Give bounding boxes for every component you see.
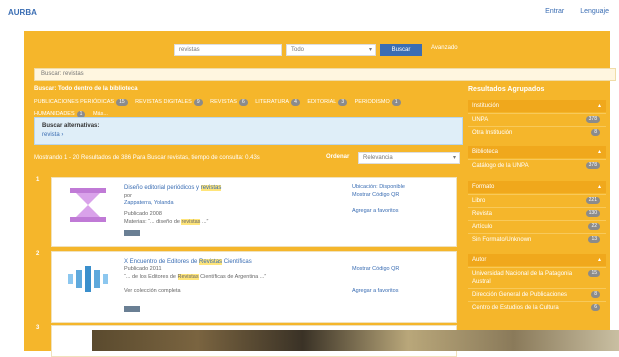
- caret-up-icon: ▴: [597, 184, 601, 190]
- alternate-searches-box: Buscar alternativas: revista ›: [34, 117, 463, 145]
- caret-up-icon: ▴: [597, 103, 601, 109]
- format-tag: [124, 306, 140, 312]
- record-description: “... de los Editores de Revistas Científ…: [124, 274, 267, 280]
- alternate-searches-title: Buscar alternativas:: [42, 123, 100, 129]
- facet-item[interactable]: Catálogo de la UNPA 378: [468, 159, 606, 171]
- facet-item[interactable]: Sin Formato/Unknown 13: [468, 233, 606, 245]
- facets-title: Resultados Agrupados: [468, 86, 545, 93]
- record-title[interactable]: X Encuentro de Editores de Revistas Cien…: [124, 258, 304, 266]
- record-author[interactable]: Zappaterra, Yolanda: [124, 200, 324, 207]
- result-record: Diseño editorial periódicos y revistas p…: [51, 177, 457, 247]
- add-favorite-link[interactable]: Agregar a favoritos: [352, 288, 398, 295]
- caret-up-icon: ▴: [597, 257, 601, 263]
- facet-item[interactable]: Revista 130: [468, 207, 606, 219]
- results-heading: Buscar: Todo dentro de la biblioteca: [34, 86, 138, 92]
- search-type-value: Todo: [291, 47, 305, 53]
- record-title[interactable]: Diseño editorial periódicos y revistas: [124, 184, 304, 192]
- sort-select[interactable]: Relevancia ▾: [358, 152, 460, 164]
- login-link[interactable]: Entrar: [545, 8, 564, 15]
- record-published: Publicado 2011: [124, 266, 162, 272]
- facet-suggestion[interactable]: EDITORIAL 3: [307, 96, 348, 108]
- search-button[interactable]: Buscar: [380, 44, 422, 56]
- add-favorite-link[interactable]: Agregar a favoritos: [352, 208, 398, 215]
- main-panel: revistas Todo ▾ Buscar Avanzado Buscar: …: [24, 31, 616, 357]
- chevron-down-icon: ▾: [368, 47, 372, 53]
- sort-label: Ordenar: [326, 154, 350, 160]
- record-subjects: Materias: “... diseño de revistas ...”: [124, 219, 209, 225]
- facet-group-header[interactable]: Formato ▴: [468, 181, 606, 193]
- facet-item[interactable]: UNPA 378: [468, 113, 606, 125]
- format-tag: [124, 230, 140, 236]
- facet-item[interactable]: Otra Institución 8: [468, 126, 606, 138]
- result-count: Mostrando 1 - 20 Resultados de 386 Para …: [34, 155, 260, 161]
- caret-up-icon: ▴: [597, 149, 601, 155]
- facet-item[interactable]: Centro de Estudios de la Cultura 6: [468, 301, 606, 313]
- facet-suggestion[interactable]: REVISTAS 6: [210, 96, 248, 108]
- facet-suggestion[interactable]: PUBLICACIONES PERIÓDICAS 15: [34, 96, 128, 108]
- facet-item[interactable]: Artículo 22: [468, 220, 606, 232]
- search-type-select[interactable]: Todo ▾: [286, 44, 376, 56]
- search-input[interactable]: revistas: [174, 44, 282, 56]
- qr-code-link[interactable]: Mostrar Código QR: [352, 192, 399, 199]
- chevron-down-icon: ▾: [452, 155, 456, 161]
- language-link[interactable]: Lenguaje: [580, 8, 609, 15]
- alternate-search-link[interactable]: revista ›: [42, 132, 63, 138]
- record-collection-link[interactable]: Ver colección completa: [124, 288, 324, 295]
- facet-group-header[interactable]: Institución ▴: [468, 100, 606, 112]
- record-published: Publicado 2008: [124, 211, 162, 217]
- overlay-photo: [92, 330, 619, 351]
- record-number: 1: [36, 177, 40, 183]
- record-by: por: [124, 193, 132, 199]
- facet-group-header[interactable]: Biblioteca ▴: [468, 146, 606, 158]
- record-number: 3: [36, 325, 40, 331]
- result-record: X Encuentro de Editores de Revistas Cien…: [51, 251, 457, 323]
- site-logo[interactable]: AURBA: [8, 8, 37, 17]
- header-links: Entrar Lenguaje: [531, 8, 609, 15]
- facet-suggestion[interactable]: REVISTAS DIGITALES 9: [135, 96, 203, 108]
- journal-format-icon: [68, 266, 108, 292]
- record-number: 2: [36, 251, 40, 257]
- facet-group-header[interactable]: Autor ▴: [468, 254, 606, 266]
- top-bar: AURBA Entrar Lenguaje: [0, 0, 619, 26]
- facet-item[interactable]: Libro 221: [468, 194, 606, 206]
- facet-item[interactable]: Dirección General de Publicaciones 8: [468, 288, 606, 300]
- advanced-search-link[interactable]: Avanzado: [431, 45, 458, 51]
- search-summary-bar: Buscar: revistas: [34, 68, 616, 81]
- record-availability: Ubicación: Disponible: [352, 184, 405, 190]
- sort-value: Relevancia: [363, 155, 393, 161]
- facet-item[interactable]: Universidad Nacional de la Patagonia Aus…: [468, 267, 606, 287]
- qr-code-link[interactable]: Mostrar Código QR: [352, 266, 399, 273]
- book-format-icon: [70, 188, 106, 222]
- facet-suggestion[interactable]: LITERATURA 4: [255, 96, 300, 108]
- facet-suggestion[interactable]: PERIODISMO 1: [355, 96, 401, 108]
